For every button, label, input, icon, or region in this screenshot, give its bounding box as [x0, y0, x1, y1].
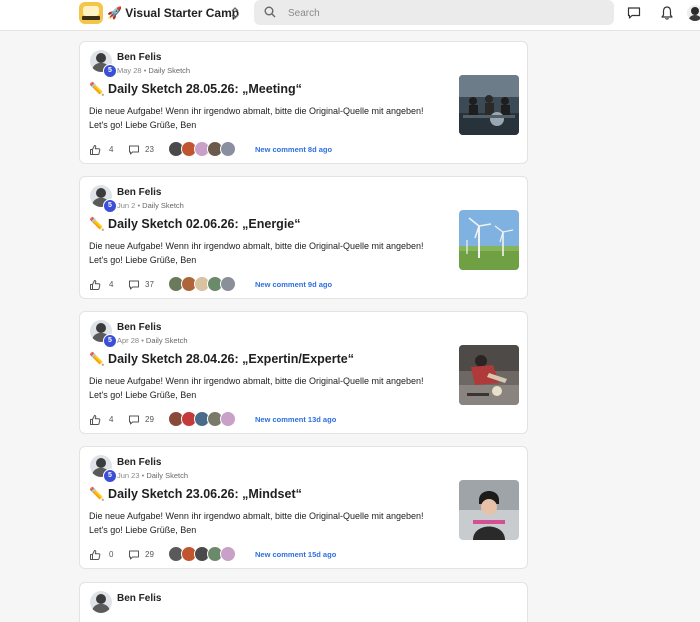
like-icon[interactable]: [89, 549, 101, 561]
post-excerpt: Die neue Aufgabe! Wenn ihr irgendwo abma…: [89, 241, 424, 265]
post-meta: May 28 • Daily Sketch: [117, 66, 190, 75]
like-icon[interactable]: [89, 144, 101, 156]
post-card-partial[interactable]: Ben Felis: [79, 582, 528, 622]
level-badge: 5: [103, 334, 117, 348]
post-title[interactable]: ✏️ Daily Sketch 02.06.26: „Energie“: [89, 217, 301, 232]
community-name[interactable]: 🚀 Visual Starter Camp: [107, 6, 239, 20]
post-meta: Apr 28 • Daily Sketch: [117, 336, 188, 345]
author-name[interactable]: Ben Felis: [117, 187, 161, 198]
community-logo[interactable]: [79, 2, 103, 24]
post-title[interactable]: ✏️ Daily Sketch 28.04.26: „Expertin/Expe…: [89, 352, 354, 367]
post-stats: 4 29 New comment 13d ago: [89, 411, 519, 427]
comment-count: 29: [145, 415, 154, 424]
post-title[interactable]: ✏️ Daily Sketch 23.06.26: „Mindset“: [89, 487, 302, 502]
post-meta: Jun 23 • Daily Sketch: [117, 471, 188, 480]
post-excerpt: Die neue Aufgabe! Wenn ihr irgendwo abma…: [89, 376, 424, 400]
level-badge: 5: [103, 199, 117, 213]
author-avatar[interactable]: [90, 591, 112, 613]
post-stats: 0 29 New comment 15d ago: [89, 546, 519, 562]
post-stats: 4 23 New comment 8d ago: [89, 141, 519, 157]
like-count: 0: [109, 550, 114, 559]
post-stats: 4 37 New comment 9d ago: [89, 276, 519, 292]
post-thumbnail[interactable]: [459, 75, 519, 135]
like-count: 4: [109, 145, 114, 154]
like-icon[interactable]: [89, 414, 101, 426]
new-comment-link[interactable]: New comment 8d ago: [255, 145, 332, 154]
post-date: Jun 2: [117, 201, 136, 210]
author-name[interactable]: Ben Felis: [117, 457, 161, 468]
level-badge: 5: [103, 469, 117, 483]
author-name[interactable]: Ben Felis: [117, 593, 161, 604]
bell-icon[interactable]: [659, 5, 675, 21]
post-title[interactable]: ✏️ Daily Sketch 28.05.26: „Meeting“: [89, 82, 302, 97]
post-date: Jun 23: [117, 471, 140, 480]
post-card[interactable]: 5 Ben Felis Apr 28 • Daily Sketch ✏️ Dai…: [79, 311, 528, 434]
search-icon: [264, 6, 276, 18]
comment-count: 23: [145, 145, 154, 154]
commenter-avatar[interactable]: [220, 546, 236, 562]
post-thumbnail[interactable]: [459, 210, 519, 270]
new-comment-link[interactable]: New comment 15d ago: [255, 550, 336, 559]
post-date: Apr 28: [117, 336, 140, 345]
post-category[interactable]: Daily Sketch: [146, 336, 188, 345]
post-date: May 28: [117, 66, 142, 75]
like-count: 4: [109, 415, 114, 424]
comment-icon[interactable]: [128, 549, 140, 561]
post-excerpt: Die neue Aufgabe! Wenn ihr irgendwo abma…: [89, 511, 424, 535]
post-card[interactable]: 5 Ben Felis Jun 2 • Daily Sketch ✏️ Dail…: [79, 176, 528, 299]
like-icon[interactable]: [89, 279, 101, 291]
post-thumbnail[interactable]: [459, 345, 519, 405]
commenter-avatar[interactable]: [220, 411, 236, 427]
author-name[interactable]: Ben Felis: [117, 322, 161, 333]
top-bar: 🚀 Visual Starter Camp: [0, 0, 700, 31]
post-thumbnail[interactable]: [459, 480, 519, 540]
chevron-updown-icon[interactable]: [229, 4, 241, 22]
comment-icon[interactable]: [128, 279, 140, 291]
post-category[interactable]: Daily Sketch: [148, 66, 190, 75]
post-meta: Jun 2 • Daily Sketch: [117, 201, 184, 210]
user-avatar[interactable]: [687, 5, 700, 21]
search-input[interactable]: [286, 4, 590, 23]
chat-icon[interactable]: [626, 5, 642, 21]
comment-icon[interactable]: [128, 144, 140, 156]
level-badge: 5: [103, 64, 117, 78]
post-card[interactable]: 5 Ben Felis May 28 • Daily Sketch ✏️ Dai…: [79, 41, 528, 164]
comment-icon[interactable]: [128, 414, 140, 426]
new-comment-link[interactable]: New comment 9d ago: [255, 280, 332, 289]
new-comment-link[interactable]: New comment 13d ago: [255, 415, 336, 424]
post-category[interactable]: Daily Sketch: [142, 201, 184, 210]
comment-count: 29: [145, 550, 154, 559]
commenter-avatar[interactable]: [220, 141, 236, 157]
author-name[interactable]: Ben Felis: [117, 52, 161, 63]
like-count: 4: [109, 280, 114, 289]
post-excerpt: Die neue Aufgabe! Wenn ihr irgendwo abma…: [89, 106, 424, 130]
commenter-avatar[interactable]: [220, 276, 236, 292]
post-card[interactable]: 5 Ben Felis Jun 23 • Daily Sketch ✏️ Dai…: [79, 446, 528, 569]
search-bar[interactable]: [254, 0, 614, 25]
comment-count: 37: [145, 280, 154, 289]
post-category[interactable]: Daily Sketch: [146, 471, 188, 480]
